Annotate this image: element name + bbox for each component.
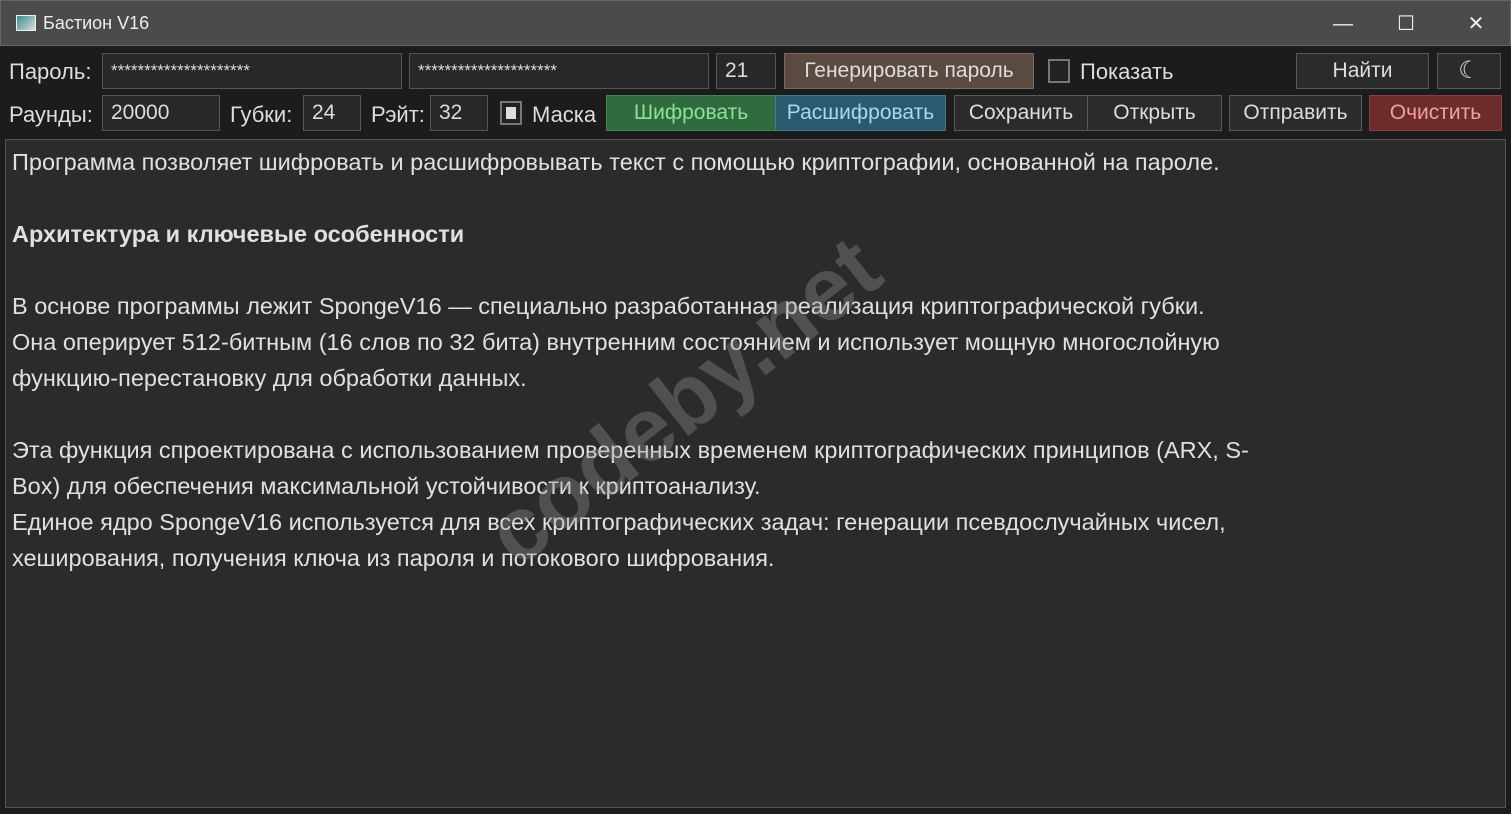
clear-button[interactable]: Очистить <box>1369 95 1502 131</box>
editor-line: Box) для обеспечения максимальной устойч… <box>12 473 761 499</box>
editor-line <box>12 252 1499 288</box>
decrypt-button[interactable]: Расшифровать <box>775 95 946 131</box>
password-input[interactable]: ********************* <box>102 53 402 89</box>
title-bar: Бастион V16 — ☐ ✕ <box>0 0 1511 46</box>
rounds-input[interactable]: 20000 <box>102 95 220 131</box>
text-editor[interactable]: Программа позволяет шифровать и расшифро… <box>5 139 1506 808</box>
editor-line: хеширования, получения ключа из пароля и… <box>12 545 775 571</box>
editor-line: В основе программы лежит SpongeV16 — спе… <box>12 293 1205 319</box>
minimize-button[interactable]: — <box>1323 9 1363 39</box>
encrypt-button[interactable]: Шифровать <box>606 95 776 131</box>
save-button[interactable]: Сохранить <box>954 95 1088 131</box>
editor-line <box>12 396 1499 432</box>
password-length-input[interactable]: 21 <box>716 53 776 89</box>
password-confirm-input[interactable]: ********************* <box>409 53 709 89</box>
editor-line <box>12 180 1499 216</box>
find-button[interactable]: Найти <box>1296 53 1429 89</box>
app-icon <box>16 15 36 31</box>
rate-label: Рэйт: <box>371 102 425 127</box>
password-label: Пароль: <box>9 59 92 84</box>
sponges-label: Губки: <box>230 102 293 127</box>
rounds-label: Раунды: <box>9 102 93 127</box>
editor-line: Программа позволяет шифровать и расшифро… <box>12 149 1220 175</box>
maximize-button[interactable]: ☐ <box>1386 9 1426 39</box>
send-button[interactable]: Отправить <box>1229 95 1362 131</box>
editor-line: Она оперирует 512-битным (16 слов по 32 … <box>12 329 1220 355</box>
generate-password-button[interactable]: Генерировать пароль <box>784 53 1034 89</box>
window-title: Бастион V16 <box>43 13 150 33</box>
sponges-input[interactable]: 24 <box>303 95 361 131</box>
mask-checkbox[interactable] <box>500 101 522 125</box>
open-button[interactable]: Открыть <box>1087 95 1222 131</box>
rate-input[interactable]: 32 <box>430 95 488 131</box>
mask-label: Маска <box>532 102 597 127</box>
theme-moon-icon[interactable]: ☾ <box>1437 53 1501 89</box>
show-password-label: Показать <box>1080 59 1174 84</box>
close-button[interactable]: ✕ <box>1456 9 1496 39</box>
show-password-checkbox[interactable] <box>1048 59 1070 83</box>
editor-heading: Архитектура и ключевые особенности <box>12 221 465 247</box>
editor-line: Единое ядро SpongeV16 используется для в… <box>12 509 1226 535</box>
editor-line: функцию-перестановку для обработки данны… <box>12 365 527 391</box>
editor-line: Эта функция спроектирована с использован… <box>12 437 1249 463</box>
